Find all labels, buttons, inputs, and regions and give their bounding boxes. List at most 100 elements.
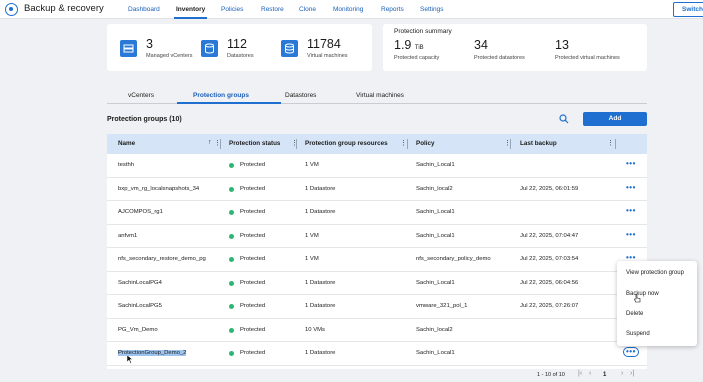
row-resources: 10 VMs [305,326,325,333]
row-status: Protected [240,326,266,333]
protected-capacity-number: 1.9 [394,38,412,52]
nav-policies[interactable]: Policies [221,0,243,19]
column-menu-icon[interactable]: ⋮ [400,139,407,147]
inventory-summary-card: 3 Managed vCenters 112 Datastores 11784 … [107,24,372,71]
tab-virtual-machines[interactable]: Virtual machines [356,92,404,99]
first-page-icon[interactable]: |‹ [578,370,582,377]
add-button[interactable]: Add [583,112,647,126]
status-protected-icon [229,280,234,286]
menu-item-backup-now[interactable]: Backup now [626,291,659,297]
row-actions-icon[interactable]: ••• [626,160,636,168]
row-actions-icon[interactable]: ••• [626,207,636,215]
vcenters-count: 3 [146,37,153,51]
table-row[interactable]: ProtectionGroup_Demo_2 Protected 1 Datas… [107,342,647,366]
nav-settings[interactable]: Settings [420,0,444,19]
column-header-policy[interactable]: Policy [416,140,435,147]
column-header-status[interactable]: Protection status [229,140,280,147]
table-row[interactable]: nfs_secondary_restore_demo_pg Protected … [107,248,647,272]
row-resources: 1 VM [305,232,319,239]
table-row[interactable]: PG_Vm_Demo Protected 10 VMs Sachin_local… [107,319,647,342]
nav-dashboard[interactable]: Dashboard [128,0,160,19]
status-protected-icon [229,210,234,215]
current-page: 1 [603,372,607,378]
protected-datastores-count: 34 [474,38,488,52]
switch-button[interactable]: Switch [673,2,703,17]
protected-vms-label: Protected virtual machines [555,55,620,61]
next-page-icon[interactable]: › [621,370,623,377]
column-header-last-backup[interactable]: Last backup [520,140,557,147]
protection-groups-table: Name ↑ ⋮ Protection status ⋮ Protection … [107,134,647,378]
nav-monitoring[interactable]: Monitoring [333,0,363,19]
last-page-icon[interactable]: ›| [630,370,634,377]
row-resources: 1 Datastore [305,209,336,215]
row-last-backup: Jul 22, 2025, 07:03:54 [520,256,579,262]
row-name[interactable]: SachinLocalPG4 [118,280,162,286]
row-status: Protected [240,350,266,356]
column-divider [220,139,221,149]
row-name[interactable]: SachinLocalPG5 [118,303,162,309]
column-menu-icon[interactable]: ⋮ [607,139,614,147]
protected-capacity-value: 1.9 TiB [394,38,424,52]
row-last-backup: Jul 22, 2025, 07:26:07 [520,303,579,309]
table-row[interactable]: SachinLocalPG5 Protected 1 Datastore vmw… [107,295,647,319]
column-header-name[interactable]: Name [118,140,135,147]
row-policy: Sachin_Local1 [416,232,455,239]
nav-clone[interactable]: Clone [299,0,316,19]
table-row[interactable]: AJCOMPOS_rg1 Protected 1 Datastore Sachi… [107,201,647,225]
column-divider [407,139,408,149]
row-name[interactable]: bxp_vm_rg_localsnapshots_34 [118,186,199,192]
row-name[interactable]: PG_Vm_Demo [118,327,158,333]
table-row[interactable]: testhh Protected 1 VM Sachin_Local1 ••• [107,154,647,178]
protected-capacity-unit: TiB [414,45,424,51]
status-protected-icon [229,327,234,333]
menu-item-delete[interactable]: Delete [626,311,643,317]
row-actions-icon[interactable]: ••• [626,183,636,192]
row-policy: Sachin_Local1 [416,350,455,356]
row-actions-icon[interactable]: ••• [623,347,639,357]
protection-summary-card: Protection summary 1.9 TiB Protected cap… [383,24,647,71]
row-name[interactable]: anfvm1 [118,233,137,239]
row-policy: Sachin_local2 [416,185,453,192]
search-icon[interactable] [559,114,569,124]
row-status: Protected [240,279,266,286]
section-title: Protection groups (10) [107,116,182,123]
column-header-resources[interactable]: Protection group resources [305,140,388,147]
status-protected-icon [229,233,234,239]
datastore-icon [201,40,218,57]
pagination-bar: 1 - 10 of 10 |‹ ‹ 1 › ›| [107,369,647,381]
menu-item-view-protection-group[interactable]: View protection group [626,270,684,276]
table-row[interactable]: bxp_vm_rg_localsnapshots_34 Protected 1 … [107,178,647,201]
column-divider [615,139,616,149]
status-protected-icon [229,257,234,262]
tab-datastores[interactable]: Datastores [285,92,316,99]
row-actions-icon[interactable]: ••• [626,230,636,239]
prev-page-icon[interactable]: ‹ [589,370,591,377]
column-divider [296,139,297,149]
virtual-machine-icon [281,40,298,57]
sort-up-icon[interactable]: ↑ [208,139,212,146]
row-resources: 1 VM [305,162,319,168]
row-name[interactable]: testhh [118,162,134,168]
row-name[interactable]: AJCOMPOS_rg1 [118,209,163,215]
table-header: Name ↑ ⋮ Protection status ⋮ Protection … [107,134,647,154]
nav-reports[interactable]: Reports [381,0,404,19]
status-protected-icon [229,351,234,356]
row-name[interactable]: nfs_secondary_restore_demo_pg [118,256,206,262]
row-status: Protected [240,303,266,309]
row-policy: vmware_321_pol_1 [416,303,468,309]
table-row[interactable]: SachinLocalPG4 Protected 1 Datastore Sac… [107,272,647,295]
tab-vcenters[interactable]: vCenters [128,92,154,99]
protected-vms-count: 13 [555,38,569,52]
menu-item-suspend[interactable]: Suspend [626,331,650,337]
row-policy: Sachin_Local1 [416,162,455,168]
app-logo-icon [5,3,18,16]
table-row[interactable]: anfvm1 Protected 1 VM Sachin_Local1 Jul … [107,225,647,248]
vcenter-icon [120,40,137,57]
row-resources: 1 Datastore [305,303,336,309]
nav-inventory[interactable]: Inventory [173,0,208,19]
row-status: Protected [240,232,266,239]
tab-protection-groups[interactable]: Protection groups [193,92,249,99]
protected-capacity-label: Protected capacity [394,55,440,61]
nav-restore[interactable]: Restore [261,0,284,19]
inventory-tabs: vCenters Protection groups Datastores Vi… [107,90,647,104]
